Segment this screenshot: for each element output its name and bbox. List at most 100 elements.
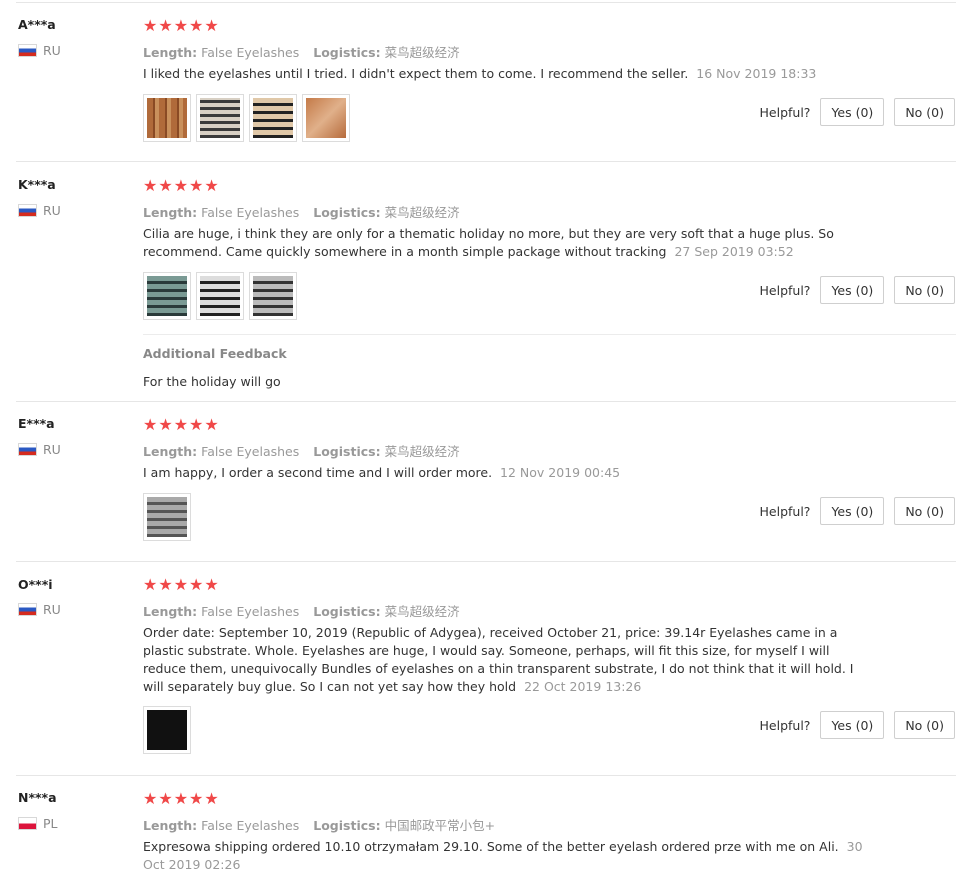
length-value: False Eyelashes — [201, 45, 300, 60]
star-rating: ★★★★★ — [143, 16, 220, 35]
review-photo[interactable] — [143, 272, 191, 320]
helpful-label: Helpful? — [759, 282, 811, 298]
length-value: False Eyelashes — [201, 205, 300, 220]
helpful-no-button[interactable]: No (0) — [894, 497, 955, 525]
reviewer-country: RU — [18, 43, 61, 58]
country-code: RU — [43, 602, 61, 617]
reviewer-country: RU — [18, 203, 61, 218]
review-text: Cilia are huge, i think they are only fo… — [143, 225, 863, 261]
helpful-controls: Helpful? Yes (0) No (0) — [760, 276, 955, 304]
review-meta: Length: False Eyelashes Logistics: 菜鸟超级经… — [143, 601, 470, 620]
logistics-value: 菜鸟超级经济 — [384, 444, 460, 459]
review-meta: Length: False Eyelashes Logistics: 菜鸟超级经… — [143, 441, 470, 460]
helpful-yes-button[interactable]: Yes (0) — [820, 276, 885, 304]
length-value: False Eyelashes — [201, 818, 300, 833]
review-date: 22 Oct 2019 13:26 — [524, 679, 642, 694]
review-photos — [143, 493, 191, 541]
logistics-key: Logistics: — [313, 604, 381, 619]
review-date: 27 Sep 2019 03:52 — [674, 244, 794, 259]
logistics-key: Logistics: — [313, 818, 381, 833]
additional-feedback-text: For the holiday will go — [143, 374, 281, 389]
country-code: RU — [43, 203, 61, 218]
reviewer-name: E***a — [18, 416, 55, 431]
review-divider — [16, 561, 956, 562]
additional-feedback-divider — [143, 334, 956, 335]
review-body: I am happy, I order a second time and I … — [143, 465, 493, 480]
country-code: PL — [43, 816, 58, 831]
logistics-key: Logistics: — [313, 45, 381, 60]
poland-flag-icon — [18, 817, 37, 830]
review-photos — [143, 94, 350, 142]
review-meta: Length: False Eyelashes Logistics: 菜鸟超级经… — [143, 202, 470, 221]
star-rating: ★★★★★ — [143, 415, 220, 434]
review-body: Order date: September 10, 2019 (Republic… — [143, 625, 854, 694]
length-value: False Eyelashes — [201, 444, 300, 459]
review-photo[interactable] — [143, 706, 191, 754]
helpful-label: Helpful? — [759, 104, 811, 120]
star-rating: ★★★★★ — [143, 789, 220, 808]
logistics-key: Logistics: — [313, 444, 381, 459]
helpful-yes-button[interactable]: Yes (0) — [820, 711, 885, 739]
review-photo[interactable] — [143, 493, 191, 541]
russia-flag-icon — [18, 603, 37, 616]
russia-flag-icon — [18, 443, 37, 456]
helpful-yes-button[interactable]: Yes (0) — [820, 98, 885, 126]
reviewer-country: RU — [18, 602, 61, 617]
helpful-label: Helpful? — [759, 503, 811, 519]
logistics-value: 菜鸟超级经济 — [384, 45, 460, 60]
review-photos — [143, 272, 297, 320]
review-text: I liked the eyelashes until I tried. I d… — [143, 65, 863, 83]
length-key: Length: — [143, 205, 198, 220]
review-date: 12 Nov 2019 00:45 — [500, 465, 621, 480]
review-photo[interactable] — [143, 94, 191, 142]
review-photo[interactable] — [196, 272, 244, 320]
helpful-controls: Helpful? Yes (0) No (0) — [760, 711, 955, 739]
review-photo[interactable] — [196, 94, 244, 142]
review-photo[interactable] — [249, 272, 297, 320]
review-text: Order date: September 10, 2019 (Republic… — [143, 624, 863, 696]
review-photo[interactable] — [249, 94, 297, 142]
reviewer-name: O***i — [18, 577, 53, 592]
reviewer-name: A***a — [18, 17, 56, 32]
russia-flag-icon — [18, 204, 37, 217]
country-code: RU — [43, 442, 61, 457]
country-code: RU — [43, 43, 61, 58]
review-meta: Length: False Eyelashes Logistics: 中国邮政平… — [143, 815, 505, 834]
review-body: I liked the eyelashes until I tried. I d… — [143, 66, 689, 81]
helpful-no-button[interactable]: No (0) — [894, 711, 955, 739]
review-meta: Length: False Eyelashes Logistics: 菜鸟超级经… — [143, 42, 470, 61]
helpful-no-button[interactable]: No (0) — [894, 276, 955, 304]
review-body: Expresowa shipping ordered 10.10 otrzyma… — [143, 839, 839, 854]
additional-feedback-title: Additional Feedback — [143, 346, 287, 361]
helpful-yes-button[interactable]: Yes (0) — [820, 497, 885, 525]
top-divider — [16, 2, 956, 3]
reviewer-name: K***a — [18, 177, 56, 192]
logistics-key: Logistics: — [313, 205, 381, 220]
helpful-controls: Helpful? Yes (0) No (0) — [760, 98, 955, 126]
helpful-controls: Helpful? Yes (0) No (0) — [760, 497, 955, 525]
review-photos — [143, 706, 191, 754]
helpful-label: Helpful? — [759, 717, 811, 733]
star-rating: ★★★★★ — [143, 176, 220, 195]
review-divider — [16, 161, 956, 162]
review-divider — [16, 401, 956, 402]
length-value: False Eyelashes — [201, 604, 300, 619]
logistics-value: 菜鸟超级经济 — [384, 205, 460, 220]
review-photo[interactable] — [302, 94, 350, 142]
logistics-value: 中国邮政平常小包+ — [384, 818, 496, 833]
reviewer-country: PL — [18, 816, 58, 831]
length-key: Length: — [143, 604, 198, 619]
russia-flag-icon — [18, 44, 37, 57]
reviewer-name: N***a — [18, 790, 57, 805]
reviewer-country: RU — [18, 442, 61, 457]
review-text: I am happy, I order a second time and I … — [143, 464, 863, 482]
review-text: Expresowa shipping ordered 10.10 otrzyma… — [143, 838, 863, 874]
length-key: Length: — [143, 45, 198, 60]
review-date: 16 Nov 2019 18:33 — [696, 66, 817, 81]
length-key: Length: — [143, 818, 198, 833]
star-rating: ★★★★★ — [143, 575, 220, 594]
review-divider — [16, 775, 956, 776]
length-key: Length: — [143, 444, 198, 459]
logistics-value: 菜鸟超级经济 — [384, 604, 460, 619]
helpful-no-button[interactable]: No (0) — [894, 98, 955, 126]
